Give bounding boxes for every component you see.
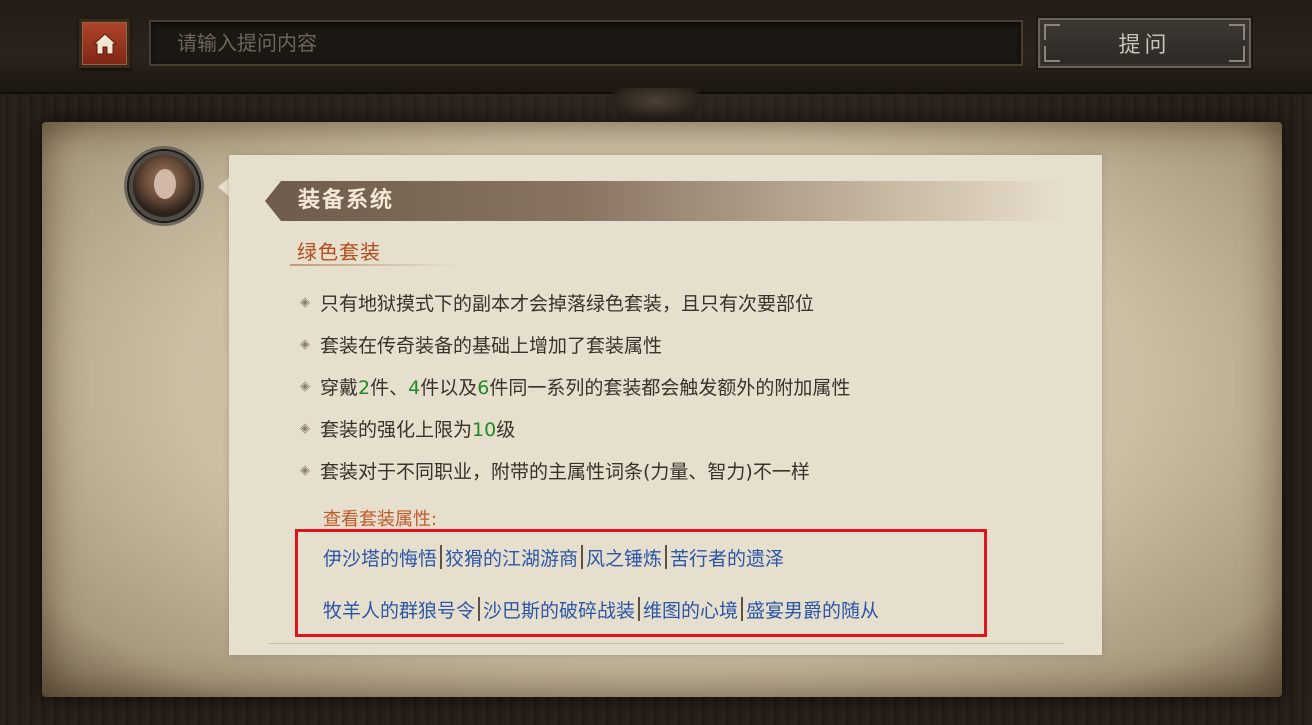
divider xyxy=(268,643,1064,644)
link-separator xyxy=(741,597,744,621)
set-link-row: 伊沙塔的悔悟 狡猾的江湖游商 风之锤炼 苦行者的遗泽 xyxy=(323,542,784,572)
view-set-attributes-label: 查看套装属性: xyxy=(323,509,438,530)
search-field[interactable] xyxy=(149,20,1023,66)
link-separator xyxy=(478,597,481,621)
home-icon xyxy=(92,32,117,54)
set-link[interactable]: 风之锤炼 xyxy=(586,544,662,571)
bullet-text-part: 只有地狱摸式下的副本才会掉落绿色套装，且只有次要部位 xyxy=(320,292,815,315)
bullet-text-part: 件、 xyxy=(370,376,409,399)
bullet-diamond-icon: ◈ xyxy=(300,462,310,478)
link-separator xyxy=(440,545,443,569)
set-link[interactable]: 沙巴斯的破碎战装 xyxy=(483,596,635,623)
npc-avatar xyxy=(129,151,199,221)
bullet-text-part: 件同一系列的套装都会触发额外的附加属性 xyxy=(489,376,851,399)
bullet-text: 只有地狱摸式下的副本才会掉落绿色套装，且只有次要部位 xyxy=(320,289,814,316)
avatar-face xyxy=(154,169,176,199)
set-link[interactable]: 苦行者的遗泽 xyxy=(670,544,784,571)
ask-button-label: 提问 xyxy=(1118,33,1171,58)
bullet-text-part: 穿戴 xyxy=(320,376,359,399)
set-link[interactable]: 盛宴男爵的随从 xyxy=(746,596,879,623)
set-link[interactable]: 狡猾的江湖游商 xyxy=(445,544,578,571)
set-link[interactable]: 伊沙塔的悔悟 xyxy=(323,544,437,571)
ask-button[interactable]: 提问 xyxy=(1038,18,1251,68)
highlight-number: 10 xyxy=(472,418,497,441)
bullet-item: ◈ 套装的强化上限为10级 xyxy=(298,407,1078,449)
corner-ornament xyxy=(1229,46,1245,62)
bullet-diamond-icon: ◈ xyxy=(300,336,310,352)
bullet-text-part: 套装在传奇装备的基础上增加了套装属性 xyxy=(320,334,663,357)
set-link[interactable]: 维图的心境 xyxy=(643,596,738,623)
corner-ornament xyxy=(1229,24,1245,40)
game-help-screen: 提问 装备系统 绿色套装 ◈ 只有地狱摸式下的副本才会掉落绿色套装，且只有次要部位… xyxy=(0,0,1312,725)
link-separator xyxy=(581,545,584,569)
bullet-item: ◈ 只有地狱摸式下的副本才会掉落绿色套装，且只有次要部位 xyxy=(298,281,1078,323)
bullet-item: ◈ 套装在传奇装备的基础上增加了套装属性 xyxy=(298,323,1078,365)
bullet-text: 穿戴2件、4件以及6件同一系列的套装都会触发额外的附加属性 xyxy=(320,373,850,400)
bullet-text: 套装在传奇装备的基础上增加了套装属性 xyxy=(320,331,662,358)
bullet-text: 套装对于不同职业，附带的主属性词条(力量、智力)不一样 xyxy=(320,457,810,484)
corner-ornament xyxy=(1044,46,1060,62)
bullet-text-part: 套装的强化上限为 xyxy=(320,418,473,441)
top-bar: 提问 xyxy=(0,0,1312,94)
bullet-diamond-icon: ◈ xyxy=(300,420,310,436)
bullet-diamond-icon: ◈ xyxy=(300,294,310,310)
highlight-number: 4 xyxy=(408,376,421,399)
bullet-list: ◈ 只有地狱摸式下的副本才会掉落绿色套装，且只有次要部位 ◈ 套装在传奇装备的基础上增… xyxy=(298,281,1078,491)
highlight-number: 2 xyxy=(358,376,371,399)
bullet-text-part: 级 xyxy=(496,418,516,441)
link-separator xyxy=(638,597,641,621)
home-button[interactable] xyxy=(79,19,130,68)
highlight-number: 6 xyxy=(477,376,490,399)
bullet-text-part: 件以及 xyxy=(420,376,478,399)
skull-ornament xyxy=(606,88,706,122)
subsection-title: 绿色套装 xyxy=(297,240,381,264)
corner-ornament xyxy=(1044,24,1060,40)
bullet-item: ◈ 穿戴2件、4件以及6件同一系列的套装都会触发额外的附加属性 xyxy=(298,365,1078,407)
bullet-item: ◈ 套装对于不同职业，附带的主属性词条(力量、智力)不一样 xyxy=(298,449,1078,491)
search-input[interactable] xyxy=(151,22,1021,64)
bullet-text-part: 套装对于不同职业，附带的主属性词条(力量、智力)不一样 xyxy=(320,460,810,483)
link-separator xyxy=(665,545,668,569)
section-title: 装备系统 xyxy=(298,188,395,213)
bullet-text: 套装的强化上限为10级 xyxy=(320,415,515,442)
set-link[interactable]: 牧羊人的群狼号令 xyxy=(323,596,475,623)
set-link-row: 牧羊人的群狼号令 沙巴斯的破碎战装 维图的心境 盛宴男爵的随从 xyxy=(323,594,879,624)
subtitle-underline xyxy=(290,264,460,266)
bullet-diamond-icon: ◈ xyxy=(300,378,310,394)
